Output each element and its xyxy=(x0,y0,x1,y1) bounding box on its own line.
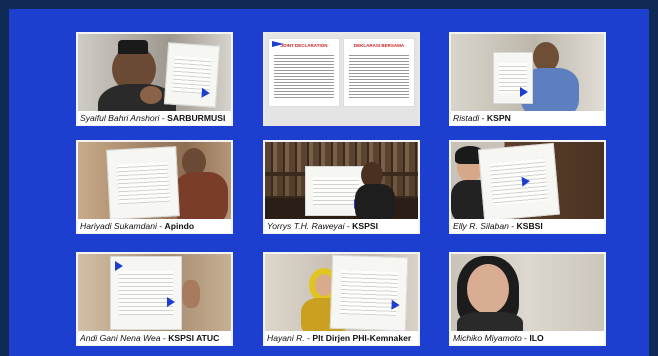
participant-org: KSBSI xyxy=(516,221,543,231)
participant-hand xyxy=(140,86,162,104)
participant-tile[interactable]: Hariyadi Sukamdani - Apindo xyxy=(76,140,233,234)
participant-body xyxy=(355,184,395,219)
held-document xyxy=(110,256,182,330)
participant-body xyxy=(457,312,523,331)
participant-org: KSPSI xyxy=(352,221,378,231)
document-page-right: DEKLARASI BERSAMA xyxy=(343,38,415,107)
participant-video xyxy=(78,142,231,219)
video-grid: Syaiful Bahri Anshori - SARBURMUSI JOINT… xyxy=(9,9,649,356)
participant-name: Hariyadi Sukamdani xyxy=(80,221,157,231)
participant-tile[interactable]: Michiko Miyamoto - ILO xyxy=(449,252,606,346)
participant-org: Apindo xyxy=(164,221,195,231)
document-tile[interactable]: JOINT DECLARATION DEKLARASI BERSAMA xyxy=(263,32,420,126)
participant-tile[interactable]: Syaiful Bahri Anshori - SARBURMUSI xyxy=(76,32,233,126)
participant-tile[interactable]: Hayani R. - Plt Dirjen PHI-Kemnaker xyxy=(263,252,420,346)
participant-org: Plt Dirjen PHI-Kemnaker xyxy=(312,333,412,343)
participant-cap xyxy=(118,40,148,54)
document-title-left: JOINT DECLARATION xyxy=(280,43,328,48)
top-bar xyxy=(0,0,658,9)
participant-caption: Andi Gani Nena Wea - KSPSI ATUC xyxy=(78,331,231,345)
participant-tile[interactable]: Yorrys T.H. Raweyai - KSPSI xyxy=(263,140,420,234)
held-document xyxy=(329,254,409,331)
held-document xyxy=(478,142,560,219)
participant-video xyxy=(451,142,604,219)
participant-caption: Syaiful Bahri Anshori - SARBURMUSI xyxy=(78,111,231,125)
participant-caption: Hariyadi Sukamdani - Apindo xyxy=(78,219,231,233)
participant-caption: Michiko Miyamoto - ILO xyxy=(451,331,604,345)
document-view: JOINT DECLARATION DEKLARASI BERSAMA xyxy=(265,34,418,126)
participant-org: KSPSI ATUC xyxy=(168,333,220,343)
participant-name: Yorrys T.H. Raweyai xyxy=(267,221,345,231)
participant-name: Syaiful Bahri Anshori xyxy=(80,113,160,123)
participant-video xyxy=(451,254,604,331)
participant-tile[interactable]: Ristadi - KSPN xyxy=(449,32,606,126)
participant-body xyxy=(174,172,228,219)
participant-caption: Ristadi - KSPN xyxy=(451,111,604,125)
participant-name: Ristadi xyxy=(453,113,480,123)
participant-name: Michiko Miyamoto xyxy=(453,333,522,343)
participant-caption: Yorrys T.H. Raweyai - KSPSI xyxy=(265,219,418,233)
participant-hand xyxy=(182,280,200,308)
held-document xyxy=(163,42,221,108)
participant-org: SARBURMUSI xyxy=(167,113,226,123)
participant-video xyxy=(451,34,604,111)
participant-tile[interactable]: Andi Gani Nena Wea - KSPSI ATUC xyxy=(76,252,233,346)
participant-video xyxy=(78,254,231,331)
participant-caption: Hayani R. - Plt Dirjen PHI-Kemnaker xyxy=(265,331,418,345)
document-title-right: DEKLARASI BERSAMA xyxy=(353,43,405,48)
participant-org: KSPN xyxy=(486,113,511,123)
participant-video xyxy=(265,254,418,331)
held-document xyxy=(106,146,180,219)
participant-video xyxy=(265,142,418,219)
document-page-left: JOINT DECLARATION xyxy=(268,38,340,107)
participant-tile[interactable]: Elly R. Silaban - KSBSI xyxy=(449,140,606,234)
participant-caption: Elly R. Silaban - KSBSI xyxy=(451,219,604,233)
participant-name: Hayani R. xyxy=(267,333,305,343)
participant-org: ILO xyxy=(529,333,544,343)
participant-figure xyxy=(467,264,509,314)
participant-video xyxy=(78,34,231,111)
participant-name: Andi Gani Nena Wea xyxy=(80,333,161,343)
held-document xyxy=(493,52,533,104)
participant-name: Elly R. Silaban xyxy=(453,221,509,231)
